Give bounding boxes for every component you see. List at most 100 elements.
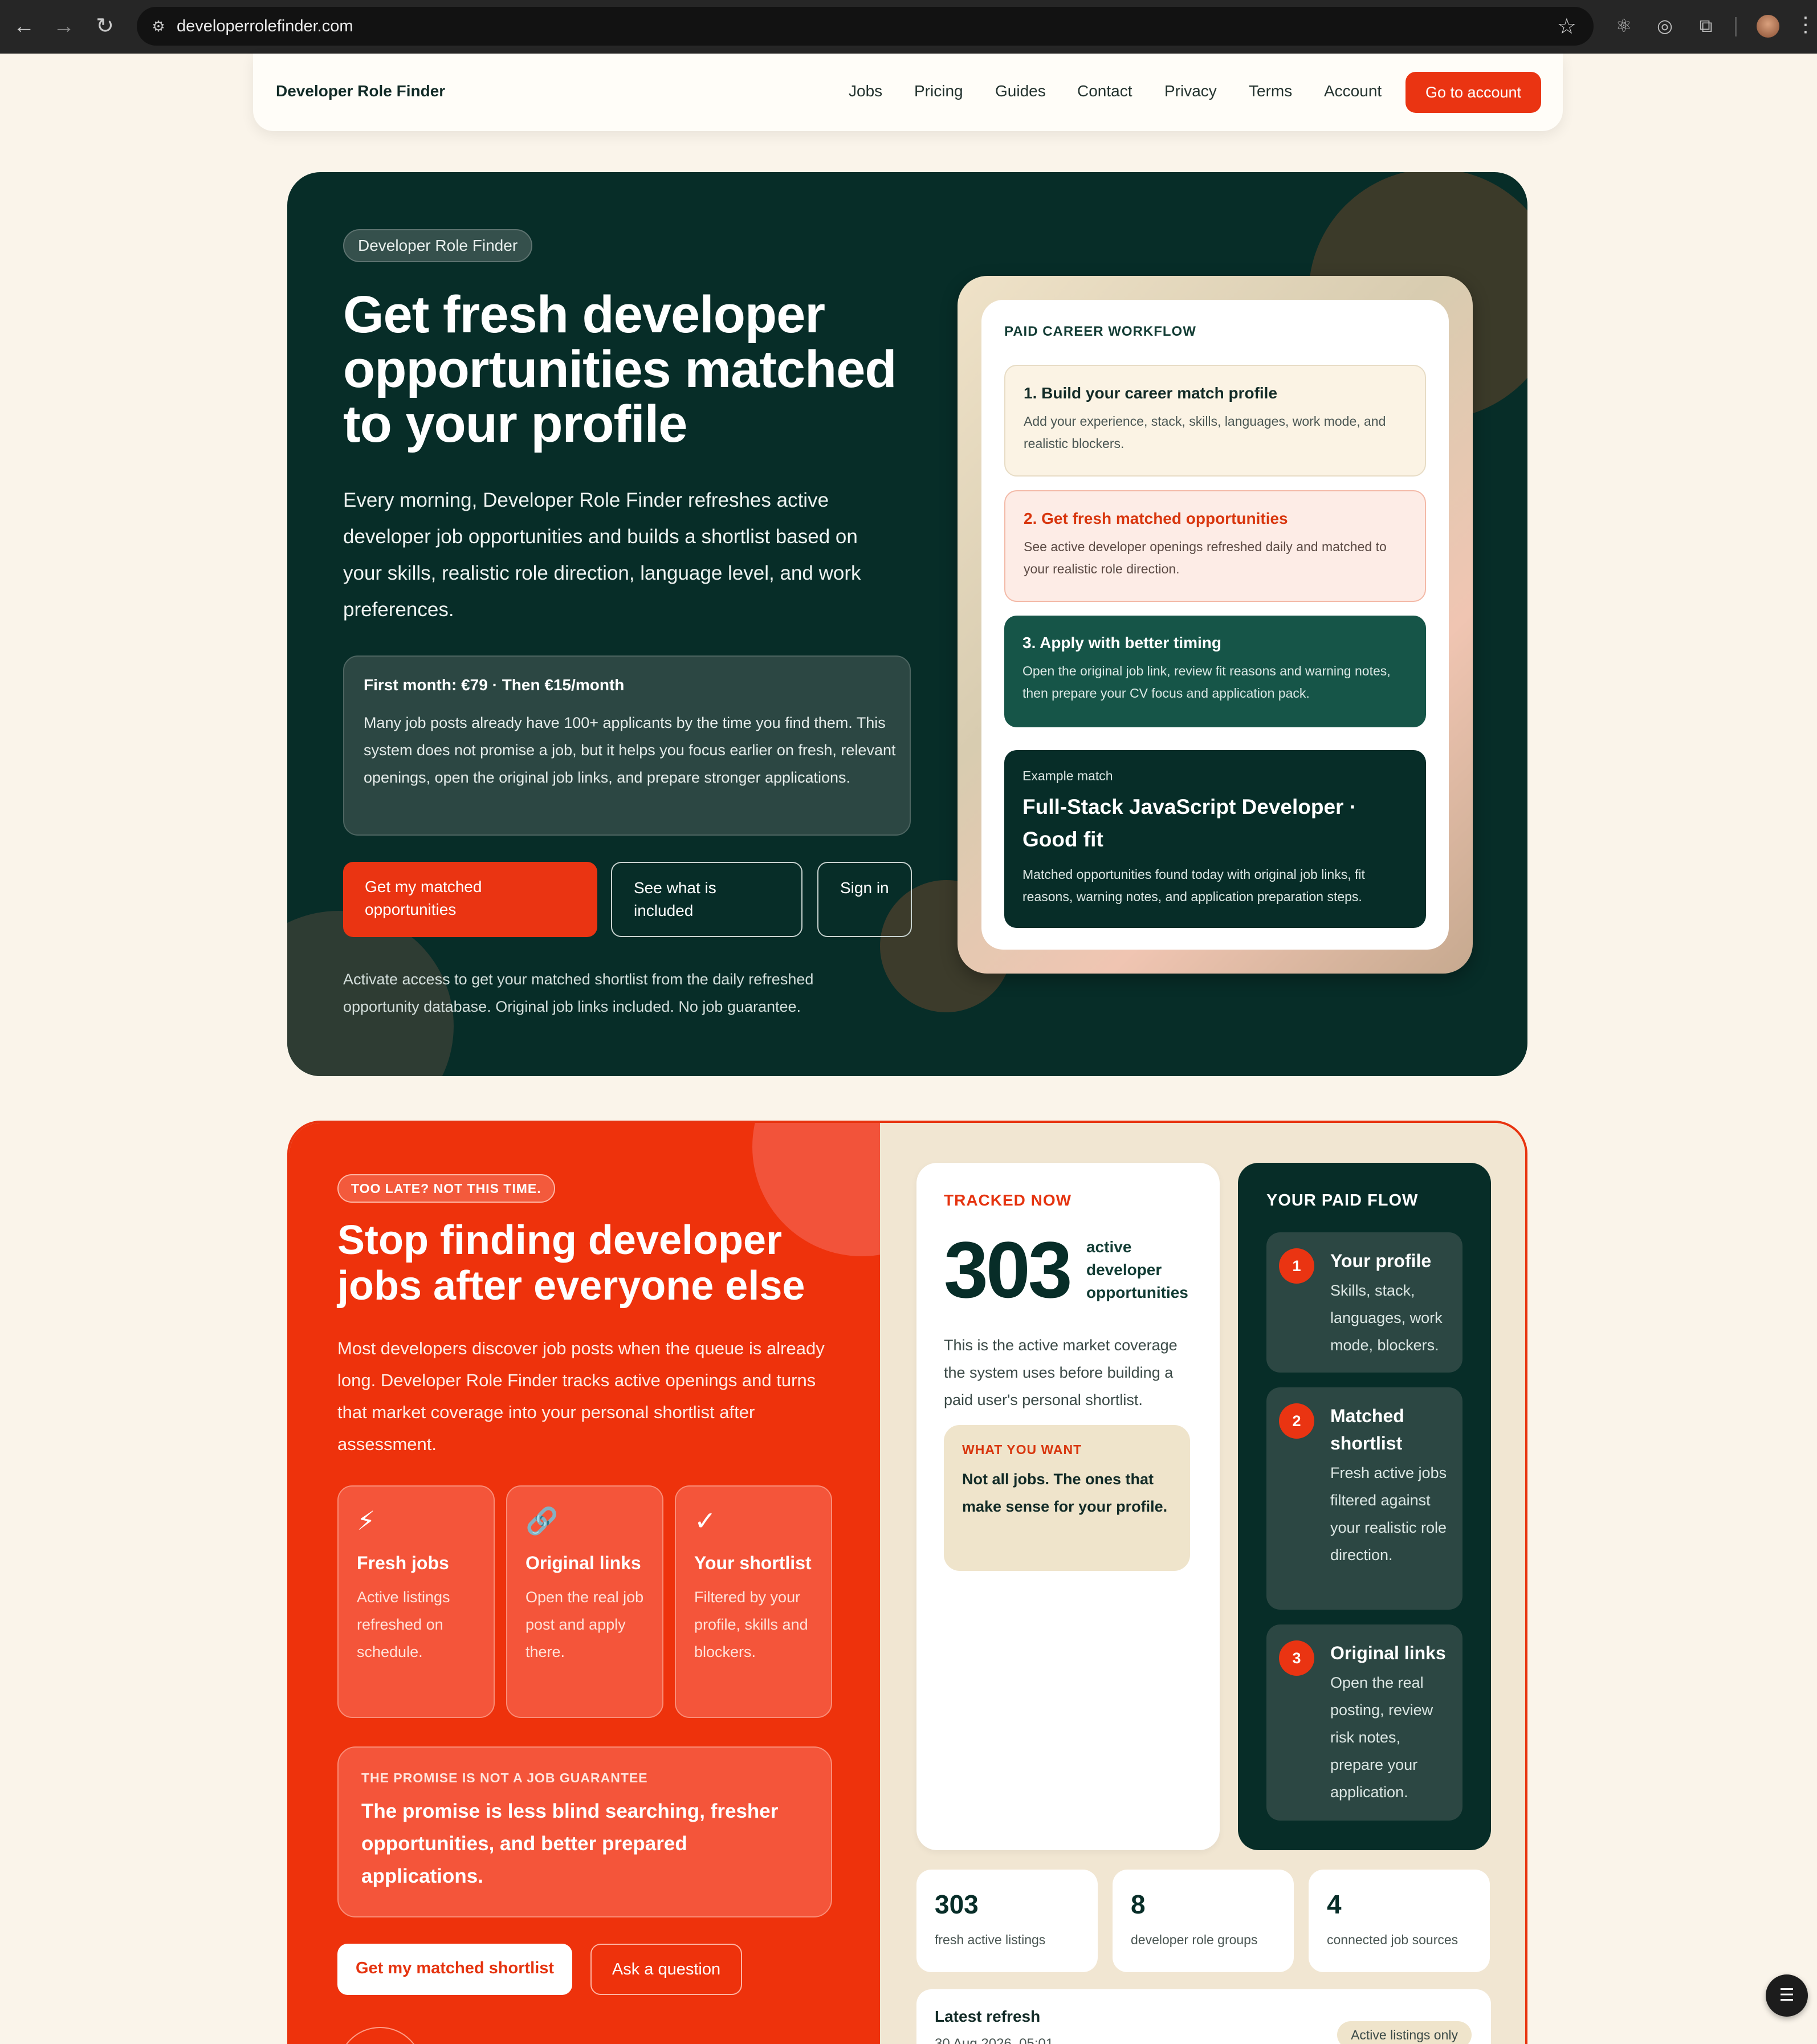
example-title: Full-Stack JavaScript Developer · Good f… bbox=[1022, 795, 1357, 851]
ask-question-button[interactable]: Ask a question bbox=[590, 1944, 742, 1995]
feature-card: ✓ Your shortlist Filtered by your profil… bbox=[675, 1485, 832, 1718]
flow-step-desc: Fresh active jobs filtered against your … bbox=[1330, 1464, 1447, 1563]
step-title: 2. Get fresh matched opportunities bbox=[1024, 510, 1288, 527]
site-settings-icon[interactable]: ⚙ bbox=[148, 16, 169, 36]
flow-step: 1 Your profile Skills, stack, languages,… bbox=[1266, 1232, 1462, 1373]
tracked-caption: active developer opportunities bbox=[1086, 1238, 1188, 1301]
extension-react-icon[interactable]: ⚛ bbox=[1612, 14, 1636, 38]
nav-jobs[interactable]: Jobs bbox=[849, 82, 882, 100]
workflow-step: 2. Get fresh matched opportunities See a… bbox=[1004, 490, 1426, 602]
flow-step-title: Matched shortlist bbox=[1330, 1406, 1404, 1453]
browser-toolbar: ← → ↻ ⚙ developerrolefinder.com ☆ ⚛ ◎ ⧉ … bbox=[0, 0, 1817, 54]
promise-text: The promise is less blind searching, fre… bbox=[361, 1800, 779, 1887]
toolbar-divider bbox=[1735, 17, 1737, 36]
active-listings-badge: Active listings only bbox=[1337, 2021, 1472, 2044]
pricing-box: First month: €79 · Then €15/month Many j… bbox=[343, 655, 911, 836]
extensions-puzzle-icon[interactable]: ⧉ bbox=[1694, 14, 1718, 38]
url-text[interactable]: developerrolefinder.com bbox=[177, 17, 353, 36]
step-desc: Open the original job link, review fit r… bbox=[1022, 663, 1391, 701]
feature-card: 🔗 Original links Open the real job post … bbox=[506, 1485, 663, 1718]
link-icon: 🔗 bbox=[525, 1506, 559, 1536]
flow-step-title: Original links bbox=[1330, 1643, 1446, 1663]
back-icon[interactable]: ← bbox=[10, 13, 38, 40]
nav-contact[interactable]: Contact bbox=[1077, 82, 1132, 100]
nav-terms[interactable]: Terms bbox=[1249, 82, 1292, 100]
flow-kicker: YOUR PAID FLOW bbox=[1266, 1191, 1419, 1210]
example-desc: Matched opportunities found today with o… bbox=[1022, 867, 1365, 904]
workflow-card: PAID CAREER WORKFLOW 1. Build your caree… bbox=[981, 300, 1449, 950]
want-text: Not all jobs. The ones that make sense f… bbox=[962, 1471, 1168, 1515]
extension-target-icon[interactable]: ◎ bbox=[1653, 14, 1677, 38]
section-title: Stop finding developer jobs after everyo… bbox=[337, 1218, 805, 1309]
hero-title: Get fresh developer opportunities matche… bbox=[343, 286, 897, 453]
stat-value: 8 bbox=[1131, 1890, 1146, 1919]
step-title: 1. Build your career match profile bbox=[1024, 384, 1278, 402]
forward-icon[interactable]: → bbox=[50, 13, 78, 40]
reload-icon[interactable]: ↻ bbox=[91, 13, 119, 40]
stat-label: fresh active listings bbox=[935, 1932, 1046, 1947]
flow-step: 2 Matched shortlist Fresh active jobs fi… bbox=[1266, 1387, 1462, 1610]
hero-lead: Every morning, Developer Role Finder ref… bbox=[343, 489, 861, 621]
step-desc: Add your experience, stack, skills, lang… bbox=[1024, 414, 1386, 451]
stat-label: connected job sources bbox=[1327, 1932, 1459, 1947]
hero-note: Activate access to get your matched shor… bbox=[343, 971, 814, 1015]
tracked-count: 303 bbox=[944, 1225, 1073, 1314]
feature-title: Original links bbox=[525, 1553, 641, 1573]
floating-menu-icon[interactable]: ☰ bbox=[1766, 1974, 1808, 2017]
pricing-text: Many job posts already have 100+ applica… bbox=[364, 714, 896, 786]
bookmark-star-icon[interactable]: ☆ bbox=[1557, 14, 1576, 39]
hero-tag: Developer Role Finder bbox=[343, 229, 533, 262]
brand-logo-text[interactable]: Developer Role Finder bbox=[276, 82, 445, 100]
checkmark-icon: ✓ bbox=[694, 1506, 716, 1536]
workflow-title: PAID CAREER WORKFLOW bbox=[1004, 324, 1196, 339]
workflow-step: 3. Apply with better timing Open the ori… bbox=[1004, 616, 1426, 727]
browser-menu-icon[interactable]: ⋮ bbox=[1795, 13, 1816, 36]
get-matched-shortlist-button[interactable]: Get my matched shortlist bbox=[337, 1944, 572, 1995]
nav-guides[interactable]: Guides bbox=[995, 82, 1046, 100]
step-number-badge: 2 bbox=[1279, 1403, 1314, 1439]
stat-label: developer role groups bbox=[1131, 1932, 1258, 1947]
address-bar[interactable]: ⚙ developerrolefinder.com ☆ bbox=[137, 7, 1594, 46]
workflow-step: 1. Build your career match profile Add y… bbox=[1004, 365, 1426, 477]
step-title: 3. Apply with better timing bbox=[1022, 634, 1221, 652]
step-desc: See active developer openings refreshed … bbox=[1024, 539, 1387, 576]
go-to-account-button[interactable]: Go to account bbox=[1405, 72, 1541, 113]
decor-circle bbox=[337, 2027, 423, 2044]
latest-refresh-card: Latest refresh 30 Aug 2026, 05:01 Active… bbox=[916, 1989, 1491, 2044]
nav-pricing[interactable]: Pricing bbox=[914, 82, 963, 100]
promise-box: THE PROMISE IS NOT A JOB GUARANTEE The p… bbox=[337, 1746, 832, 1917]
paid-flow-card: YOUR PAID FLOW 1 Your profile Skills, st… bbox=[1238, 1163, 1491, 1850]
stat-card: 8 developer role groups bbox=[1113, 1870, 1294, 1972]
stat-value: 4 bbox=[1327, 1890, 1342, 1919]
pricing-heading: First month: €79 · Then €15/month bbox=[364, 676, 625, 694]
step-number-badge: 1 bbox=[1279, 1248, 1314, 1284]
flow-step-desc: Skills, stack, languages, work mode, blo… bbox=[1330, 1282, 1443, 1354]
promise-kicker: THE PROMISE IS NOT A JOB GUARANTEE bbox=[361, 1770, 648, 1785]
feature-card: ⚡ Fresh jobs Active listings refreshed o… bbox=[337, 1485, 495, 1718]
feature-title: Fresh jobs bbox=[357, 1553, 449, 1573]
example-match-card: Example match Full-Stack JavaScript Deve… bbox=[1004, 750, 1426, 928]
market-right-panel: TRACKED NOW 303 active developer opportu… bbox=[880, 1123, 1525, 2044]
what-you-want-box: WHAT YOU WANT Not all jobs. The ones tha… bbox=[944, 1425, 1190, 1571]
tracked-card: TRACKED NOW 303 active developer opportu… bbox=[916, 1163, 1220, 1850]
feature-desc: Active listings refreshed on schedule. bbox=[357, 1589, 450, 1660]
feature-title: Your shortlist bbox=[694, 1553, 812, 1573]
sign-in-button[interactable]: Sign in bbox=[817, 862, 912, 937]
flow-step: 3 Original links Open the real posting, … bbox=[1266, 1624, 1462, 1821]
see-included-button[interactable]: See what is included bbox=[611, 862, 802, 937]
stat-value: 303 bbox=[935, 1890, 979, 1919]
hero-section: Developer Role Finder Get fresh develope… bbox=[287, 172, 1527, 1076]
flow-step-desc: Open the real posting, review risk notes… bbox=[1330, 1674, 1433, 1801]
site-header: Developer Role Finder Jobs Pricing Guide… bbox=[253, 54, 1563, 131]
profile-avatar[interactable] bbox=[1757, 15, 1779, 38]
get-matched-opportunities-button[interactable]: Get my matched opportunities bbox=[343, 862, 597, 937]
flow-step-title: Your profile bbox=[1330, 1251, 1432, 1271]
nav-privacy[interactable]: Privacy bbox=[1164, 82, 1217, 100]
feature-desc: Open the real job post and apply there. bbox=[525, 1589, 644, 1660]
lightning-icon: ⚡ bbox=[357, 1506, 376, 1536]
nav-account[interactable]: Account bbox=[1324, 82, 1382, 100]
tracked-desc: This is the active market coverage the s… bbox=[944, 1337, 1178, 1408]
tracked-kicker: TRACKED NOW bbox=[944, 1191, 1072, 1209]
stat-card: 4 connected job sources bbox=[1309, 1870, 1490, 1972]
example-label: Example match bbox=[1022, 768, 1113, 783]
